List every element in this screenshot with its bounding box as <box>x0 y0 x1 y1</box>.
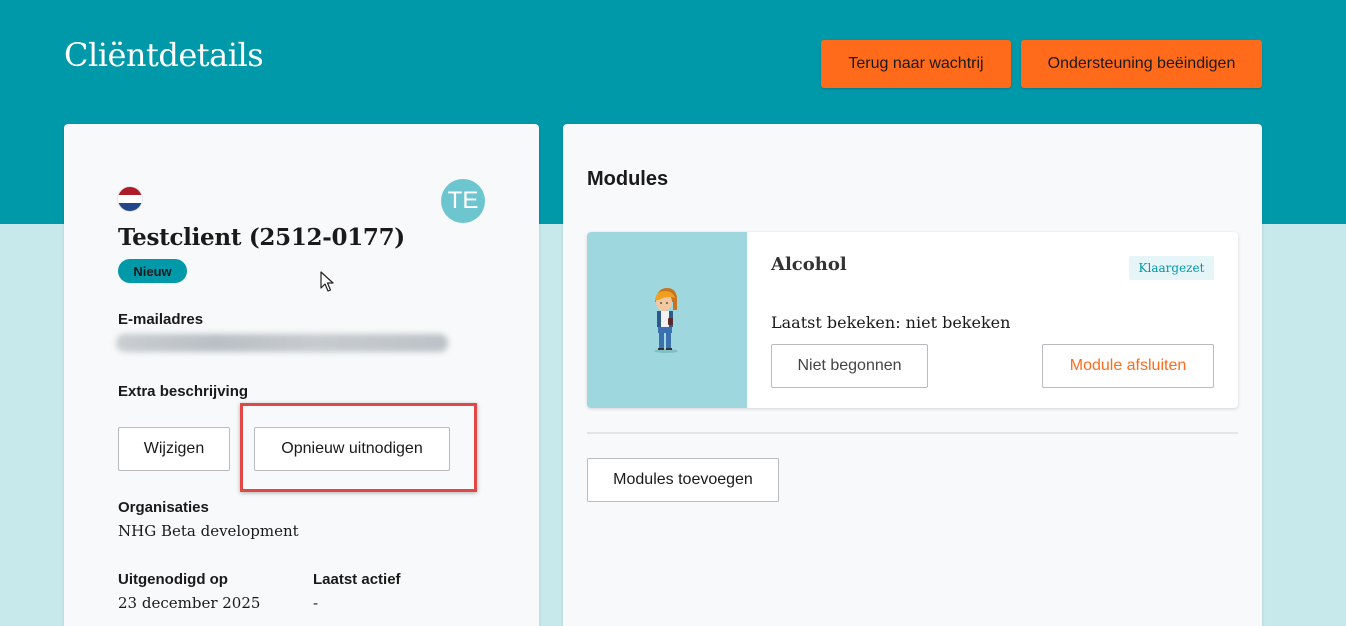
person-illustration-icon <box>654 288 678 353</box>
page-title: Cliëntdetails <box>64 36 264 74</box>
extra-description-label: Extra beschrijving <box>118 383 249 400</box>
highlight-annotation <box>240 403 477 492</box>
invited-label: Uitgenodigd op <box>118 571 228 588</box>
status-badge: Nieuw <box>118 259 187 283</box>
dutch-flag-icon <box>118 187 142 211</box>
email-label: E-mailadres <box>118 311 204 328</box>
last-active-label: Laatst actief <box>313 571 401 588</box>
client-name: Testclient (2512-0177) <box>118 224 405 251</box>
organisations-label: Organisaties <box>118 499 209 516</box>
module-last-viewed: Laatst bekeken: niet bekeken <box>771 313 1011 332</box>
module-name: Alcohol <box>771 254 847 275</box>
module-progress-button[interactable]: Niet begonnen <box>771 344 928 388</box>
end-support-button[interactable]: Ondersteuning beëindigen <box>1021 40 1262 88</box>
module-illustration <box>587 232 747 408</box>
edit-button[interactable]: Wijzigen <box>118 427 230 471</box>
avatar: TE <box>441 179 485 223</box>
mouse-cursor-icon <box>320 271 334 292</box>
last-active-value: - <box>313 594 319 612</box>
invited-value: 23 december 2025 <box>118 594 261 612</box>
close-module-button[interactable]: Module afsluiten <box>1042 344 1214 388</box>
organisations-value: NHG Beta development <box>118 522 299 540</box>
back-to-queue-button[interactable]: Terug naar wachtrij <box>821 40 1011 88</box>
modules-title: Modules <box>587 168 669 190</box>
add-modules-button[interactable]: Modules toevoegen <box>587 458 779 502</box>
divider <box>587 432 1238 434</box>
email-value-redacted <box>116 334 448 352</box>
module-status-badge: Klaargezet <box>1129 256 1214 280</box>
